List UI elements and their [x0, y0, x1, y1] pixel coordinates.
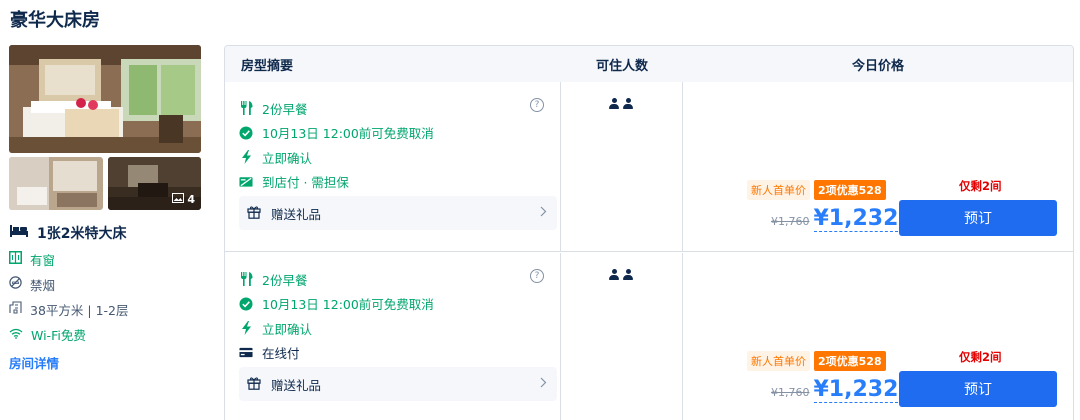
occupancy-cell — [561, 253, 683, 420]
room-photo-thumb-more[interactable]: 4 — [107, 157, 201, 210]
header-occupancy: 可住人数 — [595, 58, 648, 74]
two-guests-icon — [609, 269, 633, 280]
window-icon — [9, 251, 22, 267]
cancel-policy: 10月13日 12:00前可免费取消 — [262, 297, 434, 313]
gift-label: 赠送礼品 — [271, 377, 322, 393]
room-detail-link[interactable]: 房间详情 — [9, 353, 201, 372]
facility-window: 有窗 — [30, 252, 56, 268]
bed-icon — [9, 224, 29, 242]
credit-card-icon — [239, 346, 253, 360]
two-guests-icon — [609, 98, 633, 109]
current-price[interactable]: ¥1,232 — [813, 378, 899, 403]
rate-table: 房型摘要 可住人数 今日价格 ? 2份早餐 10月13日 12:00前可免费取消 — [224, 45, 1074, 420]
facility-area-floor: 38平方米 | 1-2层 — [30, 302, 129, 318]
payment-method: 到店付 · 需担保 — [262, 175, 349, 191]
table-header: 房型摘要 可住人数 今日价格 — [225, 46, 1073, 82]
discount-badge[interactable]: 2项优惠528 — [814, 351, 886, 371]
current-price[interactable]: ¥1,232 — [813, 207, 899, 232]
breakfast-label: 2份早餐 — [262, 101, 308, 117]
photo-count: 4 — [187, 193, 195, 206]
room-title: 豪华大床房 — [10, 10, 100, 31]
discount-badge[interactable]: 2项优惠528 — [814, 180, 886, 200]
gift-label: 赠送礼品 — [271, 206, 322, 222]
instant-confirm: 立即确认 — [262, 321, 313, 337]
gift-row[interactable]: 赠送礼品 — [239, 367, 557, 401]
lightning-icon — [239, 150, 253, 165]
meal-icon — [239, 272, 253, 287]
price-cell: 新人首单价 2项优惠528 ¥1,760 ¥1,232 仅剩2间 预订 — [683, 82, 1073, 251]
meal-icon — [239, 101, 253, 116]
book-button[interactable]: 预订 — [899, 200, 1057, 236]
occupancy-cell — [561, 82, 683, 251]
area-icon — [9, 301, 22, 317]
original-price: ¥1,760 — [771, 386, 810, 399]
gift-row[interactable]: 赠送礼品 — [239, 196, 557, 230]
rate-summary-cell: ? 2份早餐 10月13日 12:00前可免费取消 立即确认 — [225, 82, 561, 251]
table-row: ? 2份早餐 10月13日 12:00前可免费取消 立即确认 — [225, 253, 1073, 420]
gift-icon — [247, 376, 261, 393]
book-button[interactable]: 预订 — [899, 371, 1057, 407]
room-photo-thumb-bathroom[interactable] — [9, 157, 103, 210]
gift-icon — [247, 205, 261, 222]
image-icon — [172, 193, 185, 206]
header-summary: 房型摘要 — [241, 58, 294, 74]
room-info-column: 4 1张2米特大床 有窗 禁烟 38平方米 | 1-2层 Wi-Fi免费 房间详… — [9, 45, 201, 372]
payment-method: 在线付 — [262, 346, 300, 362]
lightning-icon — [239, 321, 253, 336]
cancel-policy: 10月13日 12:00前可免费取消 — [262, 126, 434, 142]
new-user-price-tag: 新人首单价 — [747, 180, 810, 200]
original-price: ¥1,760 — [771, 215, 810, 228]
chevron-right-icon — [540, 206, 547, 220]
no-smoking-icon — [9, 276, 22, 292]
check-circle-icon — [239, 297, 253, 311]
table-row: ? 2份早餐 10月13日 12:00前可免费取消 立即确认 — [225, 82, 1073, 252]
bed-type: 1张2米特大床 — [37, 226, 127, 242]
pay-at-hotel-icon — [239, 175, 253, 189]
help-icon[interactable]: ? — [530, 98, 544, 112]
instant-confirm: 立即确认 — [262, 150, 313, 166]
rooms-remaining: 仅剩2间 — [959, 179, 1002, 193]
chevron-right-icon — [540, 377, 547, 391]
facility-wifi: Wi-Fi免费 — [31, 327, 86, 343]
rooms-remaining: 仅剩2间 — [959, 350, 1002, 364]
breakfast-label: 2份早餐 — [262, 272, 308, 288]
room-photo-main[interactable] — [9, 45, 201, 153]
rate-summary-cell: ? 2份早餐 10月13日 12:00前可免费取消 立即确认 — [225, 253, 561, 420]
facility-smoking: 禁烟 — [30, 277, 56, 293]
check-circle-icon — [239, 126, 253, 140]
help-icon[interactable]: ? — [530, 269, 544, 283]
new-user-price-tag: 新人首单价 — [747, 351, 810, 371]
header-price: 今日价格 — [851, 58, 904, 74]
price-cell: 新人首单价 2项优惠528 ¥1,760 ¥1,232 仅剩2间 预订 — [683, 253, 1073, 420]
wifi-icon — [9, 327, 23, 342]
